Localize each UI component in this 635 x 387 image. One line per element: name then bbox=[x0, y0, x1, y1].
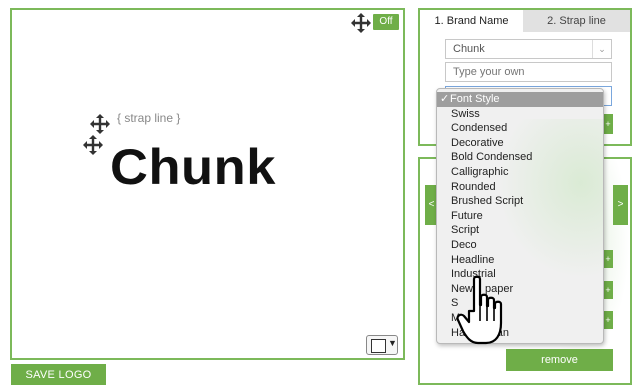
plus-button[interactable]: + bbox=[603, 250, 613, 268]
chevron-down-icon: ⌄ bbox=[592, 40, 611, 58]
move-arrows-icon[interactable] bbox=[82, 134, 104, 156]
dropdown-option[interactable]: Condensed bbox=[437, 121, 603, 136]
strap-line-text[interactable]: { strap line } bbox=[117, 111, 180, 125]
remove-button[interactable]: remove bbox=[506, 349, 613, 371]
dropdown-option[interactable]: Future bbox=[437, 209, 603, 224]
next-arrow-button[interactable]: > bbox=[613, 185, 628, 225]
brand-name-select-value: Chunk bbox=[453, 43, 485, 55]
dropdown-option[interactable]: Decorative bbox=[437, 136, 603, 151]
tab-brand-name[interactable]: 1. Brand Name bbox=[420, 10, 523, 32]
move-arrows-icon[interactable] bbox=[89, 113, 111, 135]
dropdown-option[interactable]: Bold Condensed bbox=[437, 150, 603, 165]
dropdown-option[interactable]: Rounded bbox=[437, 180, 603, 195]
save-logo-button[interactable]: SAVE LOGO bbox=[11, 364, 106, 385]
chevron-down-icon: ▼ bbox=[388, 338, 397, 348]
hand-pointer-icon bbox=[456, 275, 508, 347]
brand-name-text[interactable]: Chunk bbox=[110, 138, 276, 196]
swatch-box bbox=[371, 339, 386, 353]
dropdown-option[interactable]: Brushed Script bbox=[437, 194, 603, 209]
plus-button[interactable]: + bbox=[603, 114, 613, 134]
dropdown-option-font-style[interactable]: ✓Font Style bbox=[437, 92, 603, 107]
dropdown-option[interactable]: Swiss bbox=[437, 107, 603, 122]
plus-button[interactable]: + bbox=[603, 281, 613, 299]
brand-name-select[interactable]: Chunk ⌄ bbox=[445, 39, 612, 59]
dropdown-option[interactable]: Script bbox=[437, 223, 603, 238]
checkmark-icon: ✓ bbox=[440, 93, 450, 105]
dropdown-option[interactable]: Headline bbox=[437, 253, 603, 268]
tab-strap-line[interactable]: 2. Strap line bbox=[523, 10, 630, 32]
move-arrows-icon[interactable] bbox=[350, 12, 372, 34]
off-toggle[interactable]: Off bbox=[373, 14, 399, 30]
color-swatch-icon[interactable]: ▼ bbox=[366, 335, 398, 355]
custom-name-input[interactable] bbox=[445, 62, 612, 82]
dropdown-option[interactable]: Calligraphic bbox=[437, 165, 603, 180]
dropdown-option[interactable]: Deco bbox=[437, 238, 603, 253]
plus-button[interactable]: + bbox=[603, 311, 613, 329]
